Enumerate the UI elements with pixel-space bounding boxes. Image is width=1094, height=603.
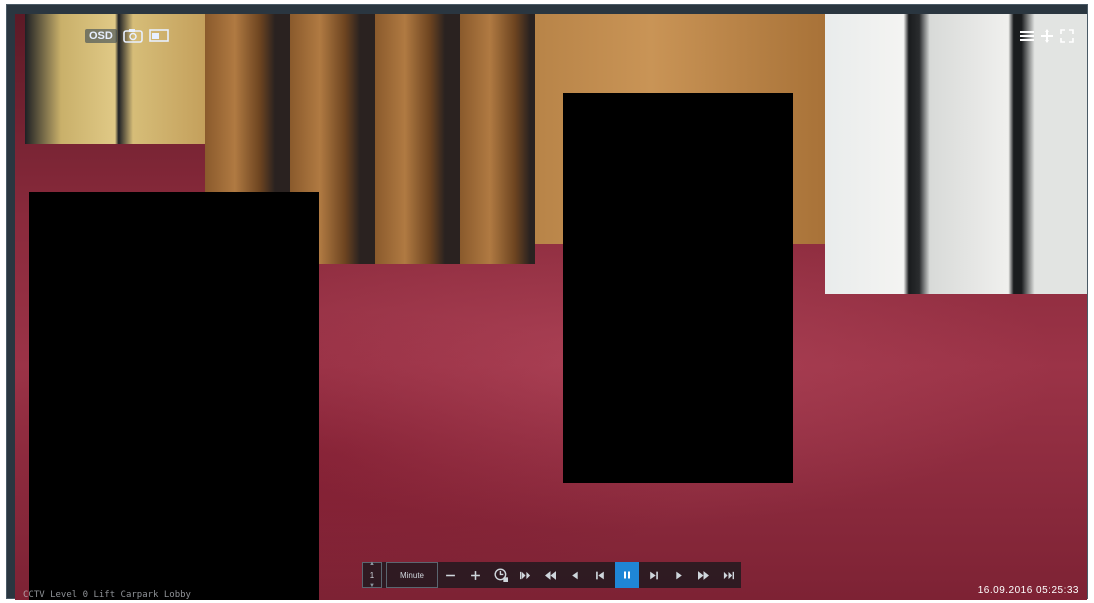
viewer-frame: OSD CCTV Level 0 Lift Carpark Lobby 16.0… [6,4,1088,600]
speed-stepper[interactable]: ▲ 1 ▼ [362,561,382,589]
time-jump-button[interactable] [488,562,513,588]
privacy-mask-center [563,93,793,483]
rewind-icon [545,570,556,580]
pause-button[interactable] [615,562,639,588]
fullscreen-icon[interactable] [1059,28,1075,44]
scene-glass-doors [825,14,1087,294]
skip-start-icon [520,571,531,579]
top-right-toolbar [1019,28,1075,44]
top-left-toolbar: OSD [85,28,169,43]
plus-icon [471,570,480,580]
chevron-down-icon[interactable]: ▼ [369,583,375,589]
prev-frame-button[interactable] [588,562,613,588]
clock-icon [493,568,508,582]
timestamp: 16.09.2016 05:25:33 [977,585,1079,596]
menu-icon[interactable] [1019,28,1035,44]
frame-back-icon [596,571,604,579]
zoom-out-button[interactable] [438,562,463,588]
chevron-up-icon[interactable]: ▲ [369,561,375,567]
play-button[interactable] [666,562,691,588]
camera-icon[interactable] [123,28,143,43]
fast-forward-button[interactable] [691,562,716,588]
osd-toggle[interactable]: OSD [85,28,117,43]
fast-forward-icon [698,570,709,580]
pause-icon [624,571,630,579]
next-segment-button[interactable] [716,562,741,588]
video-feed[interactable]: OSD CCTV Level 0 Lift Carpark Lobby 16.0… [15,14,1087,600]
privacy-mask-left [29,192,319,600]
rewind-button[interactable] [538,562,563,588]
step-back-button[interactable] [563,562,588,588]
window-icon[interactable] [149,28,169,43]
play-icon [676,571,682,579]
move-icon[interactable] [1039,28,1055,44]
camera-title: CCTV Level 0 Lift Carpark Lobby [23,590,191,600]
zoom-in-button[interactable] [463,562,488,588]
step-unit-select[interactable]: Minute [386,562,438,588]
frame-forward-icon [650,571,658,579]
skip-end-icon [723,571,734,579]
next-frame-button[interactable] [641,562,666,588]
playback-controls: ▲ 1 ▼ Minute [362,561,741,589]
minus-icon [446,574,455,576]
prev-segment-button[interactable] [513,562,538,588]
step-back-icon [572,571,578,579]
speed-value: 1 [369,570,375,580]
